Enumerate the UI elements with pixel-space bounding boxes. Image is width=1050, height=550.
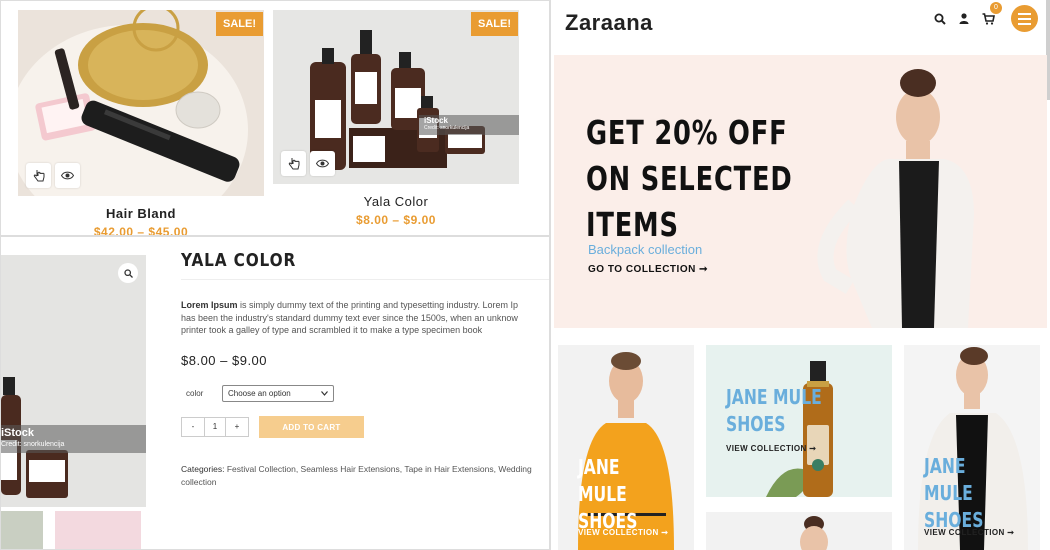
zoom-button[interactable] [118,263,138,283]
card-actions [26,163,80,188]
go-to-collection-link[interactable]: GO TO COLLECTION ➞ [588,264,708,275]
product-price: $8.00 – $9.00 [356,213,436,227]
tile-title: JANE MULE SHOES [578,454,668,535]
select-options-button[interactable] [26,163,51,188]
hamburger-icon [1018,12,1031,15]
site-logo[interactable]: Zaraana [565,10,653,36]
hero-title: GET 20% OFF ON SELECTED ITEMS [586,110,792,248]
search-icon [123,268,133,278]
product-card-hair-bland[interactable]: SALE! Hair Bland $42.00 – $45.00 [18,10,264,236]
stock-credit: Credit: snorkulencija [1,441,65,448]
search-icon [934,13,946,25]
collection-tile[interactable] [706,512,892,550]
view-collection-link[interactable]: VIEW COLLECTION ➞ [726,444,816,453]
product-card-yala-color[interactable]: iStock Credit: snorkulencija SALE! Yala … [273,10,519,227]
tile-title: JANE MULE SHOES [924,453,1014,534]
hand-pointer-icon [33,170,44,182]
qty-minus-button[interactable]: - [182,418,204,436]
quick-view-button[interactable] [55,163,80,188]
categories-links[interactable]: Festival Collection, Seamless Hair Exten… [181,464,532,487]
tile-title-line: SHOES [726,412,786,436]
card-actions [281,151,335,176]
select-options-button[interactable] [281,151,306,176]
hero-title-line: GET 20% OFF [586,113,788,152]
product-grid: SALE! Hair Bland $42.00 – $45.00 iStock … [0,0,550,236]
sale-badge: SALE! [471,12,518,36]
collection-tile[interactable]: JANE MULE SHOES VIEW COLLECTION ➞ [706,345,892,497]
product-image[interactable]: iStock Credit: snorkulencija SALE! [273,10,519,184]
cart-icon [982,12,995,25]
stock-watermark: iStock [424,116,449,125]
sale-badge: SALE! [216,12,263,36]
stock-watermark: iStock [1,427,35,439]
color-select[interactable]: Choose an option [222,385,334,402]
product-categories: Categories: Festival Collection, Seamles… [181,463,549,489]
view-collection-link[interactable]: VIEW COLLECTION ➞ [924,528,1014,537]
categories-label: Categories: [181,464,225,474]
tile-model-image [800,516,828,550]
hero-title-line: ON SELECTED [586,159,793,198]
tile-title-line: JANE MULE [726,385,822,409]
description-line: printer took a galley of type and scramb… [181,325,483,335]
product-gallery-image[interactable]: iStock Credit: snorkulencija [1,255,146,507]
qty-plus-button[interactable]: + [226,418,248,436]
product-price: $8.00 – $9.00 [181,353,268,368]
add-to-cart-button[interactable]: ADD TO CART [259,416,364,438]
product-image[interactable]: SALE! [18,10,264,196]
gallery-thumbnail[interactable] [55,511,141,549]
quantity-stepper: - 1 + [181,417,249,437]
description-line: has been the industry's standard dummy t… [181,312,518,323]
product-name[interactable]: Hair Bland [18,206,264,221]
tile-title: JANE MULE SHOES [726,384,822,438]
quick-view-button[interactable] [310,151,335,176]
tile-title-line: JANE MULE [578,455,627,506]
search-button[interactable] [933,12,947,26]
product-description: Lorem Ipsum is simply dummy text of the … [181,299,549,337]
eye-icon [316,159,329,168]
collection-tile[interactable]: JANE MULE SHOES VIEW COLLECTION ➞ [558,345,694,550]
chevron-down-icon [321,391,328,396]
account-button[interactable] [957,12,971,26]
description-bold: Lorem Ipsum [181,300,238,310]
color-select-value: Choose an option [228,389,291,398]
tile-title-line: JANE MULE [924,454,973,505]
product-price: $42.00 – $45.00 [93,225,189,236]
view-collection-link[interactable]: VIEW COLLECTION ➞ [578,528,668,537]
user-icon [959,13,969,24]
gallery-thumbnail[interactable] [1,511,43,549]
product-title: YALA COLOR [181,250,297,271]
menu-toggle-button[interactable] [1011,5,1038,32]
hero-subtitle: Backpack collection [588,242,703,257]
product-detail: iStock Credit: snorkulencija YALA COLOR … [0,236,550,550]
product-photo [1,255,146,507]
cart-button[interactable]: 0 [981,1,1002,26]
collection-tile[interactable]: JANE MULE SHOES VIEW COLLECTION ➞ [904,345,1040,550]
description-line: is simply dummy text of the printing and… [237,300,518,310]
home-page: Zaraana 0 GET 20% OFF ON SELECTED ITEMS … [550,0,1050,550]
header-actions: 0 [933,1,1038,32]
hand-pointer-icon [288,158,299,170]
cart-count-badge: 0 [990,1,1002,14]
color-label: color [186,389,204,398]
eye-icon [61,171,74,180]
divider [181,279,549,280]
hero-banner: GET 20% OFF ON SELECTED ITEMS Backpack c… [554,55,1047,328]
stock-credit: Credit: snorkulencija [424,125,470,131]
product-name[interactable]: Yala Color [273,194,519,209]
qty-input[interactable]: 1 [204,418,226,436]
